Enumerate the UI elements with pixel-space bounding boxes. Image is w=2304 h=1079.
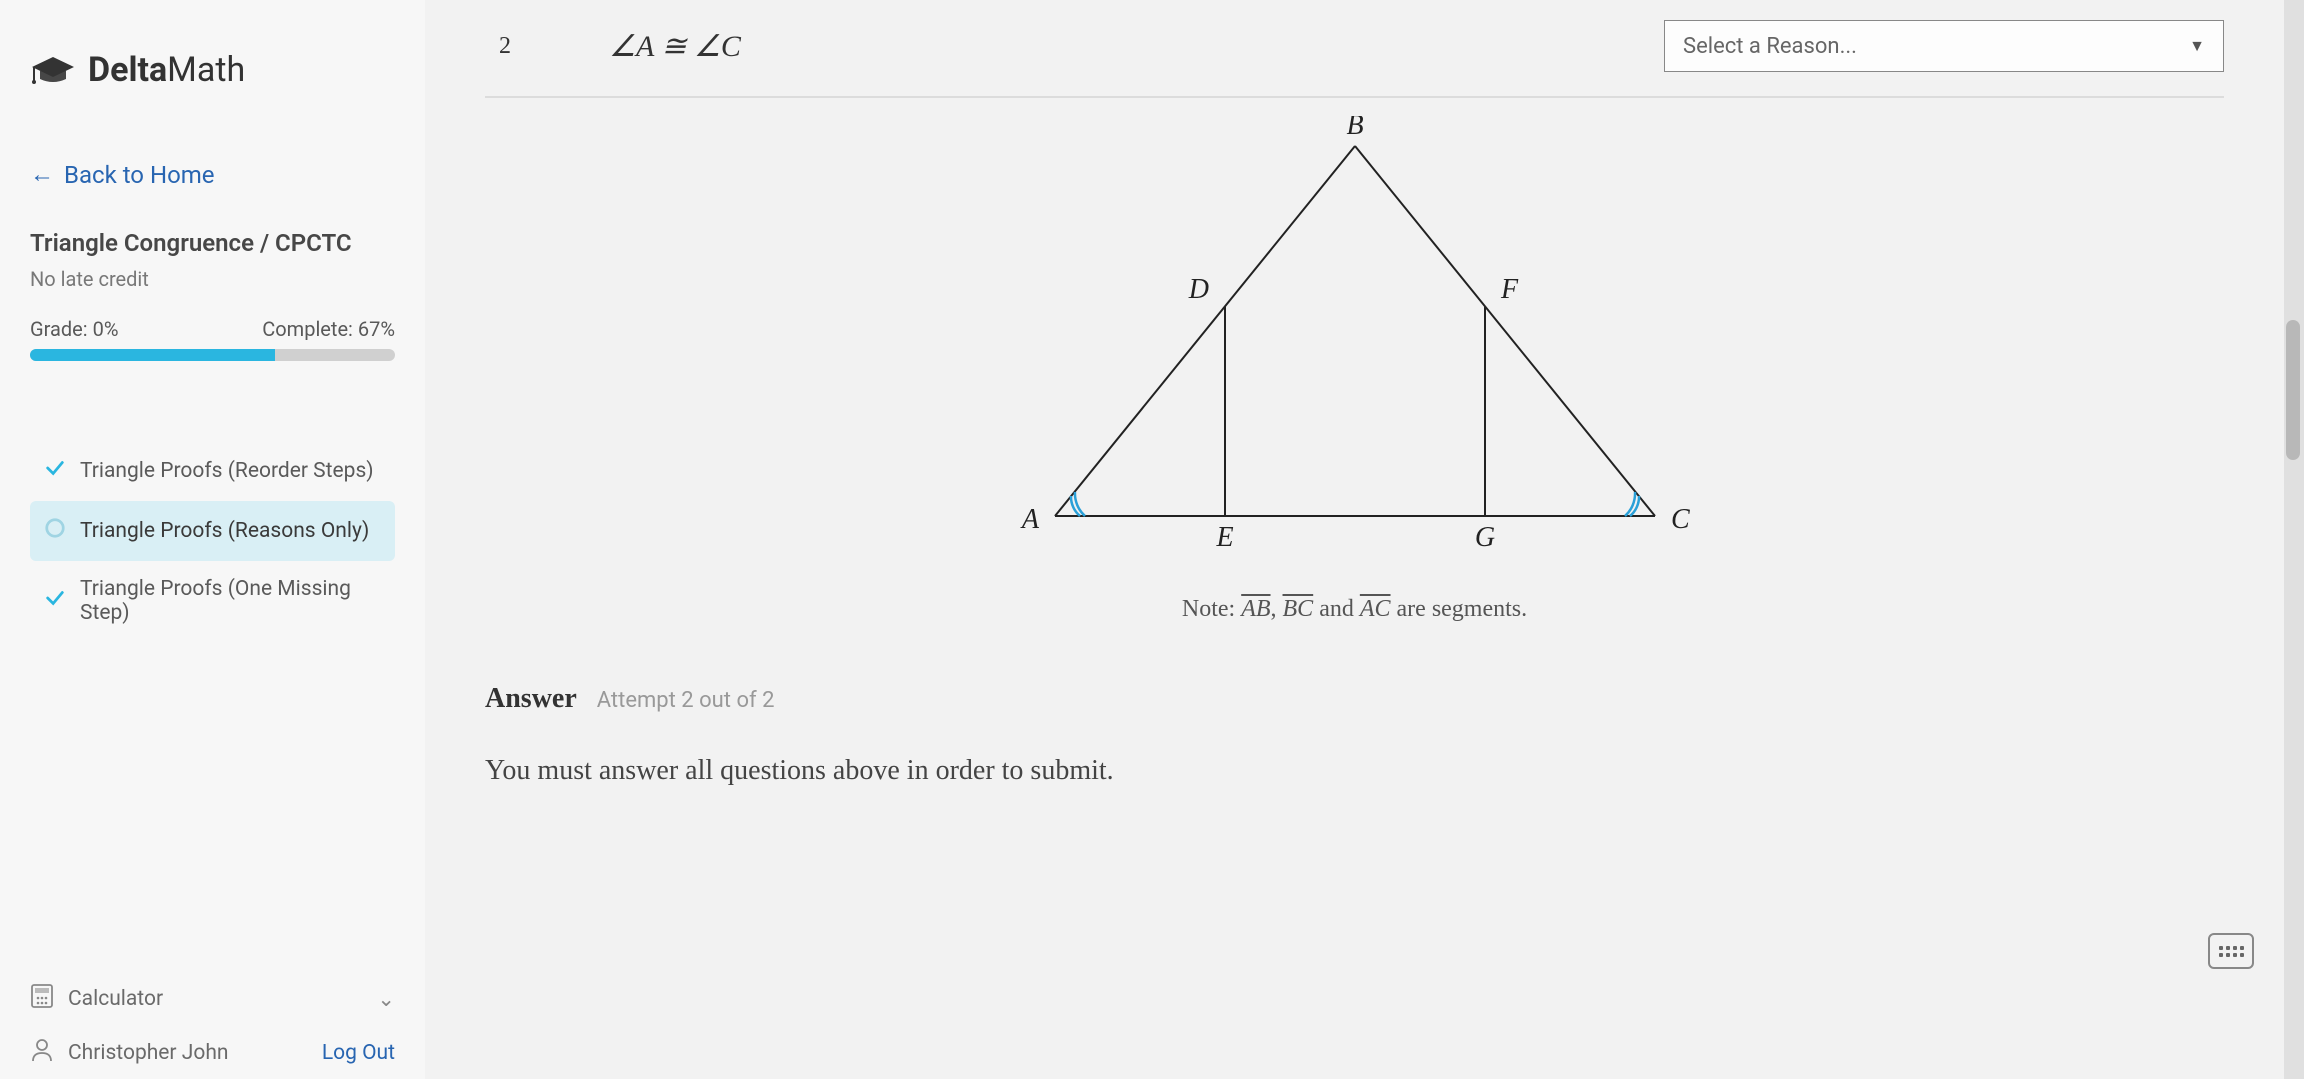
triangle-diagram: B A C D F E G — [995, 116, 1715, 556]
reason-placeholder: Select a Reason... — [1683, 34, 1857, 59]
sidebar: DeltaMath ← Back to Home Triangle Congru… — [0, 0, 425, 1079]
check-icon — [44, 587, 66, 615]
arrow-left-icon: ← — [30, 160, 54, 189]
logo: DeltaMath — [30, 50, 395, 90]
answer-label: Answer — [485, 683, 577, 715]
label-B: B — [1346, 116, 1363, 141]
topic-item-reasons-only[interactable]: Triangle Proofs (Reasons Only) — [30, 501, 395, 561]
keyboard-icon — [2219, 946, 2244, 957]
topic-label: Triangle Proofs (One Missing Step) — [80, 577, 381, 625]
assignment-title: Triangle Congruence / CPCTC — [30, 229, 395, 257]
label-F: F — [1500, 274, 1519, 305]
topic-item-reorder-steps[interactable]: Triangle Proofs (Reorder Steps) — [30, 441, 395, 501]
graduation-cap-icon — [30, 55, 76, 85]
topic-list: Triangle Proofs (Reorder Steps) Triangle… — [30, 441, 395, 641]
label-C: C — [1671, 504, 1690, 535]
check-icon — [44, 457, 66, 485]
calculator-label: Calculator — [68, 987, 163, 1011]
sidebar-footer: Calculator ⌄ Christopher John Log Out — [0, 983, 425, 1079]
logout-link[interactable]: Log Out — [322, 1041, 395, 1065]
virtual-keyboard-button[interactable] — [2208, 933, 2254, 969]
submit-message: You must answer all questions above in o… — [485, 755, 2224, 787]
complete-label: Complete: 67% — [262, 317, 395, 341]
chevron-down-icon: ⌄ — [377, 987, 395, 1012]
back-label: Back to Home — [64, 161, 215, 189]
progress-fill — [30, 349, 275, 361]
scrollbar[interactable] — [2284, 0, 2304, 1079]
user-row: Christopher John Log Out — [30, 1037, 395, 1069]
calculator-icon — [30, 983, 54, 1015]
late-credit-text: No late credit — [30, 267, 395, 291]
scroll-thumb[interactable] — [2286, 320, 2300, 460]
proof-statement: ∠A ≅ ∠C — [565, 29, 785, 64]
topic-label: Triangle Proofs (Reorder Steps) — [80, 459, 374, 483]
main-content: 2 ∠A ≅ ∠C Select a Reason... ▼ B A C D — [425, 0, 2284, 1079]
step-number: 2 — [485, 33, 525, 60]
brand-text: DeltaMath — [88, 50, 245, 90]
user-name: Christopher John — [68, 1041, 228, 1065]
figure-note: Note: AB, BC and AC are segments. — [485, 596, 2224, 623]
label-E: E — [1215, 522, 1233, 553]
chevron-down-icon: ▼ — [2189, 36, 2205, 56]
proof-step-row: 2 ∠A ≅ ∠C Select a Reason... ▼ — [485, 20, 2224, 98]
label-A: A — [1019, 504, 1039, 535]
figure: B A C D F E G Note: AB, BC and AC are se… — [485, 116, 2224, 623]
grade-label: Grade: 0% — [30, 317, 118, 341]
circle-progress-icon — [44, 517, 66, 545]
reason-select[interactable]: Select a Reason... ▼ — [1664, 20, 2224, 72]
answer-heading: Answer Attempt 2 out of 2 — [485, 683, 2224, 715]
attempt-text: Attempt 2 out of 2 — [597, 688, 775, 713]
calculator-toggle[interactable]: Calculator ⌄ — [30, 983, 395, 1015]
topic-item-one-missing-step[interactable]: Triangle Proofs (One Missing Step) — [30, 561, 395, 641]
user-icon — [30, 1037, 54, 1069]
stats-row: Grade: 0% Complete: 67% — [30, 317, 395, 341]
label-D: D — [1187, 274, 1208, 305]
back-to-home-link[interactable]: ← Back to Home — [30, 160, 395, 189]
label-G: G — [1474, 522, 1494, 553]
topic-label: Triangle Proofs (Reasons Only) — [80, 519, 369, 543]
progress-bar — [30, 349, 395, 361]
